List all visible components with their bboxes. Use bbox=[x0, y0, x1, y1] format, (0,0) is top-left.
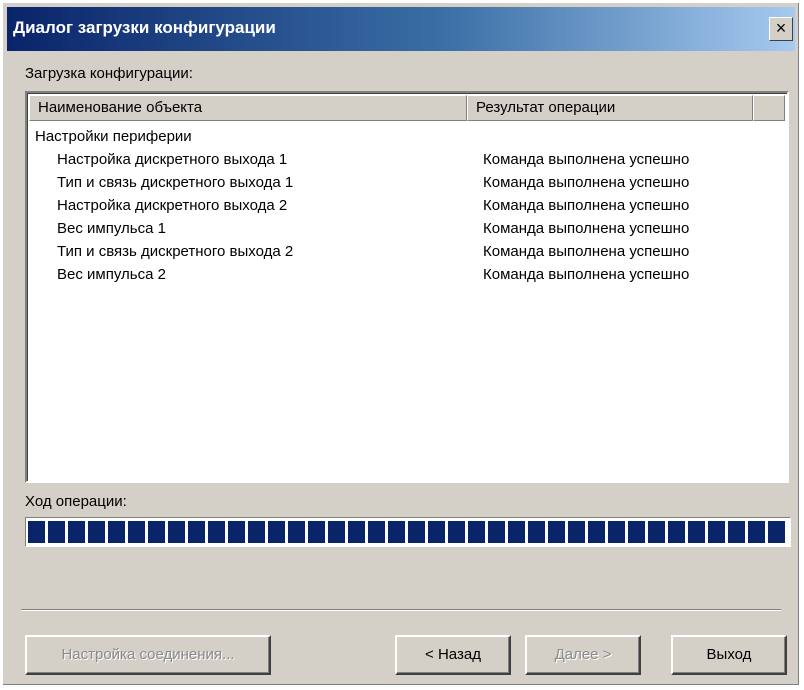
item-result: Команда выполнена успешно bbox=[483, 220, 690, 237]
item-result: Команда выполнена успешно bbox=[483, 174, 690, 191]
list-item[interactable]: Настройка дискретного выхода 1 Команда в… bbox=[35, 148, 783, 171]
list-item[interactable]: Настройка дискретного выхода 2 Команда в… bbox=[35, 194, 783, 217]
window-title: Диалог загрузки конфигурации bbox=[13, 18, 276, 37]
item-name: Вес импульса 2 bbox=[57, 266, 166, 283]
column-header-object-name[interactable]: Наименование объекта bbox=[29, 95, 467, 121]
item-result: Команда выполнена успешно bbox=[483, 266, 690, 283]
column-header-operation-result[interactable]: Результат операции bbox=[467, 95, 753, 121]
next-button[interactable]: Далее > bbox=[525, 635, 641, 675]
progress-bar bbox=[25, 517, 791, 547]
list-item[interactable]: Вес импульса 1 Команда выполнена успешно bbox=[35, 217, 783, 240]
separator bbox=[21, 609, 781, 611]
item-name: Вес импульса 1 bbox=[57, 220, 166, 237]
results-list[interactable]: Наименование объекта Результат операции … bbox=[25, 91, 789, 483]
list-item[interactable]: Вес импульса 2 Команда выполнена успешно bbox=[35, 263, 783, 286]
list-item[interactable]: Тип и связь дискретного выхода 2 Команда… bbox=[35, 240, 783, 263]
configuration-load-dialog: Диалог загрузки конфигурации × Загрузка … bbox=[2, 2, 800, 686]
item-result: Команда выполнена успешно bbox=[483, 243, 690, 260]
progress-fill bbox=[28, 521, 788, 543]
back-button[interactable]: < Назад bbox=[395, 635, 511, 675]
close-icon: × bbox=[775, 18, 787, 38]
progress-label: Ход операции: bbox=[25, 493, 127, 510]
item-name: Настройка дискретного выхода 1 bbox=[57, 151, 288, 168]
item-result: Команда выполнена успешно bbox=[483, 197, 690, 214]
list-header: Наименование объекта Результат операции bbox=[29, 95, 785, 121]
config-load-label: Загрузка конфигурации: bbox=[25, 65, 193, 82]
close-button[interactable]: × bbox=[769, 17, 793, 41]
title-bar[interactable]: Диалог загрузки конфигурации × bbox=[7, 7, 795, 51]
item-name: Тип и связь дискретного выхода 2 bbox=[57, 243, 294, 260]
list-group-row[interactable]: Настройки периферии bbox=[35, 125, 783, 148]
list-item[interactable]: Тип и связь дискретного выхода 1 Команда… bbox=[35, 171, 783, 194]
item-name: Настройка дискретного выхода 2 bbox=[57, 197, 288, 214]
connection-settings-button[interactable]: Настройка соединения... bbox=[25, 635, 271, 675]
list-rows: Настройки периферии Настройка дискретног… bbox=[35, 125, 783, 286]
item-result: Команда выполнена успешно bbox=[483, 151, 690, 168]
group-label: Настройки периферии bbox=[35, 128, 192, 145]
item-name: Тип и связь дискретного выхода 1 bbox=[57, 174, 294, 191]
column-header-empty[interactable] bbox=[753, 95, 785, 121]
exit-button[interactable]: Выход bbox=[671, 635, 787, 675]
